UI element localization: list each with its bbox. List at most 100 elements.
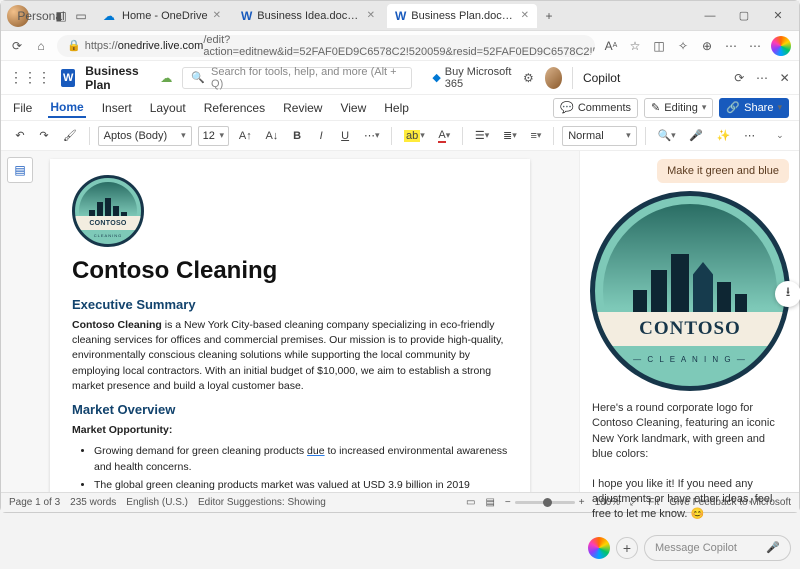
tab-review[interactable]: Review [281, 99, 324, 117]
browser-tab-plan[interactable]: W Business Plan.docx - Microsoft W ✕ [387, 4, 537, 28]
toolbar-overflow-button[interactable]: ⋯ [740, 126, 759, 146]
tab-title: Business Plan.docx - Microsoft W [411, 10, 515, 22]
search-placeholder: Search for tools, help, and more (Alt + … [211, 66, 403, 90]
search-input[interactable]: 🔍 Search for tools, help, and more (Alt … [182, 67, 412, 89]
copilot-more-icon[interactable]: ⋯ [756, 70, 769, 86]
bold-button[interactable]: B [288, 126, 306, 146]
view-print-icon[interactable]: ▭ [466, 497, 475, 508]
tab-help[interactable]: Help [382, 99, 411, 117]
italic-button[interactable]: I [312, 126, 330, 146]
font-color-button[interactable]: A▾ [435, 126, 455, 146]
browser-address-bar: ⟳ ⌂ 🔒 https://onedrive.live.com/edit?act… [1, 31, 799, 61]
search-icon: 🔍 [191, 71, 205, 84]
copilot-orb-icon[interactable] [588, 537, 610, 559]
edge-copilot-icon[interactable] [771, 36, 791, 56]
copilot-add-button[interactable]: + [616, 537, 638, 559]
minimize-button[interactable]: — [695, 1, 725, 30]
doc-logo-brand: CONTOSO [75, 216, 141, 230]
url-field[interactable]: 🔒 https://onedrive.live.com/edit?action=… [57, 35, 595, 57]
tab-view[interactable]: View [338, 99, 368, 117]
font-size-select[interactable]: 12▾ [198, 126, 229, 146]
more-font-button[interactable]: ⋯▾ [360, 126, 383, 146]
copilot-close-icon[interactable]: ✕ [778, 70, 791, 86]
url-path: /edit?action=editnew&id=52FAF0ED9C6578C2… [203, 35, 595, 57]
new-tab-button[interactable]: + [541, 8, 557, 24]
browser-tab-idea[interactable]: W Business Idea.docx - Microsoft W ✕ [233, 4, 383, 28]
word-icon: W [241, 8, 252, 24]
favorite-icon[interactable]: ☆ [627, 38, 643, 54]
view-web-icon[interactable]: ▤ [485, 497, 494, 508]
onedrive-icon: ☁ [101, 8, 117, 24]
numbering-button[interactable]: ≣▾ [499, 126, 520, 146]
heading-opportunity: Market Opportunity: [72, 423, 508, 438]
copilot-generated-logo[interactable]: CONTOSO — C L E A N I N G — [590, 191, 790, 391]
style-select[interactable]: Normal▾ [562, 126, 636, 146]
redo-button[interactable]: ↷ [35, 126, 53, 146]
find-button[interactable]: 🔍▾ [654, 126, 680, 146]
copilot-message-input[interactable]: Message Copilot 🎤 [644, 535, 791, 561]
underline-button[interactable]: U [336, 126, 354, 146]
home-icon[interactable]: ⌂ [33, 38, 49, 54]
grow-font-button[interactable]: A↑ [235, 126, 256, 146]
tab-insert[interactable]: Insert [100, 99, 134, 117]
close-tab-icon[interactable]: ✕ [213, 10, 221, 21]
ribbon-toggle-button[interactable]: ⌄ [771, 126, 789, 146]
user-avatar-icon[interactable] [545, 67, 562, 89]
format-painter-button[interactable]: 🖌 [59, 126, 81, 146]
download-image-button[interactable]: ⭳ [775, 281, 800, 307]
zoom-slider[interactable] [515, 501, 575, 504]
doc-title: Contoso Cleaning [72, 257, 508, 285]
tab-actions-icon[interactable]: ▭ [73, 8, 89, 24]
comments-button[interactable]: 💬Comments [553, 98, 638, 118]
workspaces-icon[interactable]: ◧ [53, 8, 69, 24]
saved-cloud-icon[interactable]: ☁ [160, 71, 172, 85]
close-window-button[interactable]: ✕ [763, 1, 793, 30]
status-language[interactable]: English (U.S.) [126, 497, 188, 508]
tab-layout[interactable]: Layout [148, 99, 188, 117]
more-icon[interactable]: ⋯ [747, 38, 763, 54]
copilot-refresh-icon[interactable]: ⟳ [733, 70, 746, 86]
maximize-button[interactable]: ▢ [729, 1, 759, 30]
buy-m365-button[interactable]: ◆ Buy Microsoft 365 [432, 66, 512, 90]
profile-label: Personal [33, 8, 49, 24]
favorites-bar-icon[interactable]: ✧ [675, 38, 691, 54]
bullets-button[interactable]: ☰▾ [471, 126, 493, 146]
status-editor[interactable]: Editor Suggestions: Showing [198, 497, 326, 508]
refresh-icon[interactable]: ⟳ [9, 38, 25, 54]
status-page[interactable]: Page 1 of 3 [9, 497, 60, 508]
close-tab-icon[interactable]: ✕ [521, 10, 529, 21]
settings-gear-icon[interactable]: ⚙ [522, 70, 535, 86]
app-launcher-icon[interactable]: ⋮⋮⋮ [9, 69, 51, 86]
zoom-out-icon[interactable]: − [505, 497, 511, 508]
paragraph-executive: Contoso Cleaning is a New York City-base… [72, 318, 508, 394]
divider [572, 67, 573, 89]
tab-home[interactable]: Home [48, 98, 85, 118]
text-size-icon[interactable]: AA [603, 38, 619, 54]
share-button[interactable]: 🔗Share▾ [719, 98, 789, 118]
tab-file[interactable]: File [11, 99, 34, 117]
document-page[interactable]: CONTOSO CLEANING Contoso Cleaning Execut… [50, 159, 530, 492]
dictate-button[interactable]: 🎤 [685, 126, 706, 146]
heading-market: Market Overview [72, 402, 508, 417]
shrink-font-button[interactable]: A↓ [262, 126, 283, 146]
close-tab-icon[interactable]: ✕ [367, 10, 375, 21]
zoom-control[interactable]: − + [505, 497, 585, 508]
highlight-button[interactable]: ab▾ [400, 126, 428, 146]
split-screen-icon[interactable]: ◫ [651, 38, 667, 54]
undo-button[interactable]: ↶ [11, 126, 29, 146]
designer-button[interactable]: ✨ [713, 126, 734, 146]
font-family-select[interactable]: Aptos (Body)▾ [98, 126, 192, 146]
browser-tab-onedrive[interactable]: ☁ Home - OneDrive ✕ [93, 4, 229, 28]
home-toolbar: ↶ ↷ 🖌 Aptos (Body)▾ 12▾ A↑ A↓ B I U ⋯▾ a… [1, 121, 799, 151]
align-button[interactable]: ≡▾ [527, 126, 546, 146]
tab-references[interactable]: References [202, 99, 267, 117]
extensions-icon[interactable]: ⋯ [723, 38, 739, 54]
status-words[interactable]: 235 words [70, 497, 116, 508]
document-name[interactable]: Business Plan [85, 64, 150, 92]
copilot-input-placeholder: Message Copilot [655, 542, 737, 554]
collections-icon[interactable]: ⊕ [699, 38, 715, 54]
mic-icon[interactable]: 🎤 [766, 541, 780, 554]
document-area: ▤ CONTOSO CLEANING Contoso Cleaning Exec… [1, 151, 579, 492]
navigation-pane-button[interactable]: ▤ [7, 157, 33, 183]
editing-mode-button[interactable]: ✎Editing▾ [644, 98, 713, 118]
